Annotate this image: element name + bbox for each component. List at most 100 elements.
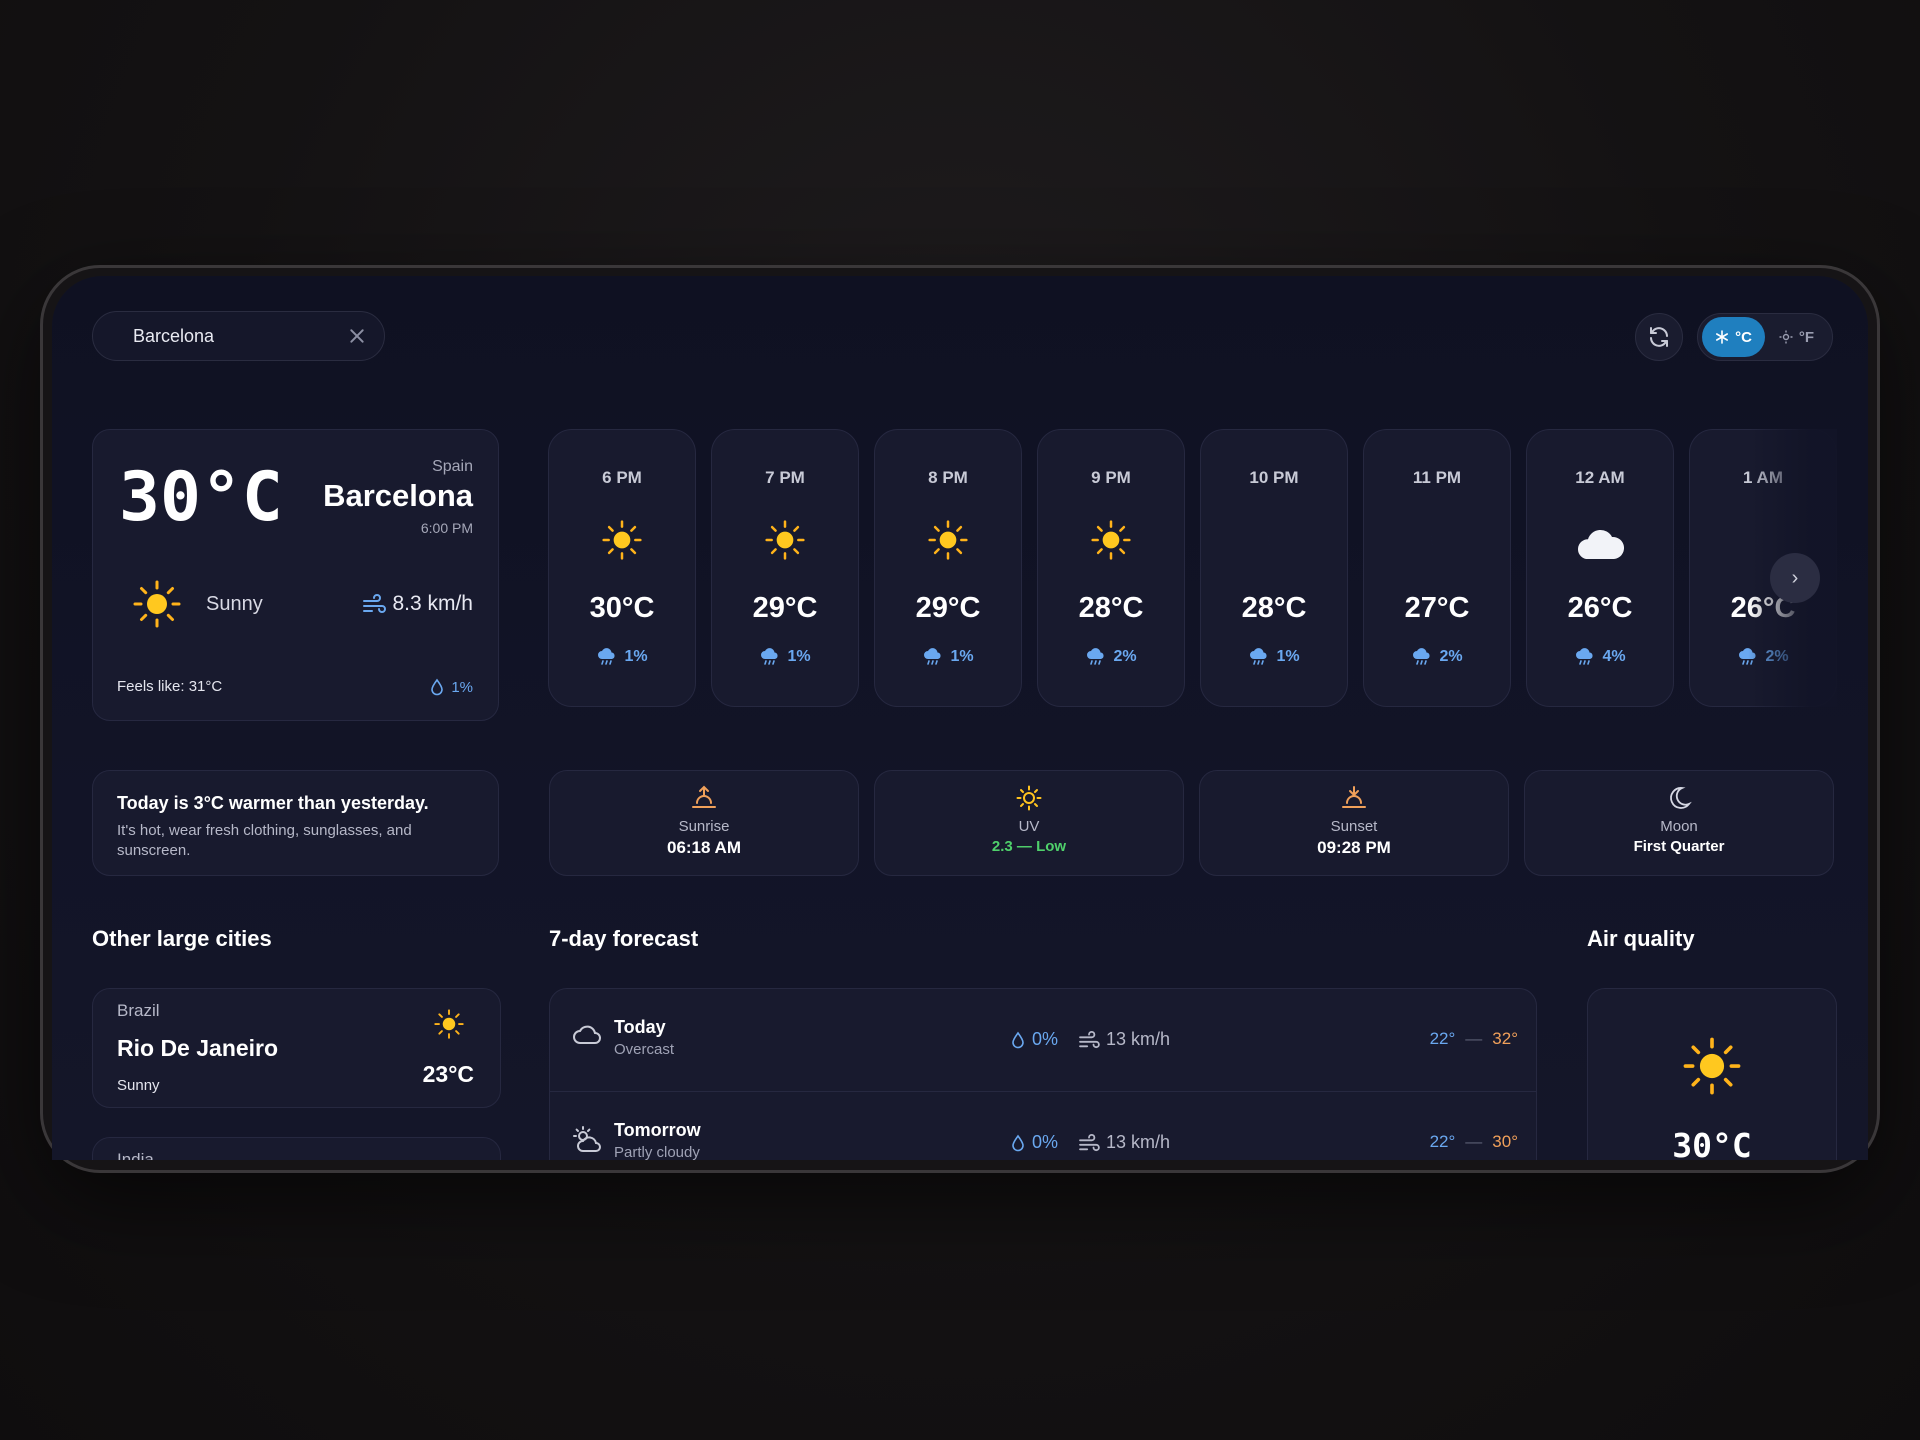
sun-icon [549, 518, 695, 562]
forecast-row[interactable]: Tomorrow Partly cloudy 0% 13 km/h 22° — 30… [550, 1091, 1536, 1160]
forecast-day: Today [614, 1017, 666, 1037]
current-time: 6:00 PM [420, 520, 473, 536]
sunset-label: Sunset [1330, 818, 1378, 835]
hour-precip-value: 1% [787, 648, 811, 665]
current-precip-value: 1% [451, 678, 473, 696]
sunrise-value: 06:18 AM [666, 838, 741, 857]
cities-title: Other large cities [92, 926, 272, 951]
feels-like: Feels like: 31°C [117, 678, 223, 695]
city-country: India [117, 1150, 154, 1160]
hour-temp: 29°C [752, 592, 818, 624]
forecast-wind-value: 13 km/h [1106, 1132, 1171, 1152]
forecast-day: Tomorrow [614, 1120, 701, 1140]
forecast-title: 7-day forecast [549, 926, 699, 951]
sun-icon [875, 518, 1021, 562]
partly-cloudy-icon [572, 1126, 602, 1159]
current-country: Spain [432, 458, 473, 475]
search-bar[interactable]: Barcelona [92, 311, 385, 361]
celsius-label: °C [1735, 328, 1752, 346]
hour-precip-value: 1% [950, 648, 974, 665]
sunrise-card: Sunrise 06:18 AM [549, 770, 859, 876]
hour-card[interactable]: 8 PM 29°C 1% [874, 429, 1022, 707]
range-separator: — [1465, 1132, 1483, 1151]
city-card[interactable]: Brazil Rio De Janeiro Sunny 23°C [92, 988, 501, 1108]
hour-card[interactable]: 9 PM 28°C 2% [1037, 429, 1185, 707]
forecast-min: 22° [1429, 1029, 1456, 1048]
rain-cloud-icon [924, 648, 941, 665]
search-input[interactable]: Barcelona [133, 326, 348, 347]
uv-value: 2.3 — Low [991, 838, 1067, 855]
hour-time: 8 PM [928, 468, 968, 487]
hour-precip: 4% [1527, 648, 1673, 666]
rain-cloud-icon [1576, 648, 1593, 665]
air-quality-temp: 30°C [1672, 1126, 1752, 1160]
unit-toggle[interactable]: °C °F [1697, 313, 1833, 361]
fahrenheit-label: °F [1798, 328, 1815, 346]
tip-title: Today is 3°C warmer than yesterday. [117, 793, 429, 813]
moon-icon [1364, 518, 1510, 562]
moon-phase-icon [1525, 785, 1833, 811]
moon-icon [440, 1158, 464, 1160]
forecast-row[interactable]: Today Overcast 0% 13 km/h 22° — 32° [550, 989, 1536, 1091]
daily-tip-card: Today is 3°C warmer than yesterday. It's… [92, 770, 499, 876]
forecast-wind: 13 km/h [1078, 1132, 1170, 1153]
forecast-max: 32° [1492, 1029, 1518, 1048]
hour-precip: 2% [1364, 648, 1510, 666]
hour-temp: 26°C [1567, 592, 1633, 624]
app-screen: Barcelona °C °F 30°C Spain Barcelona 6:0… [52, 276, 1868, 1160]
refresh-button[interactable] [1635, 313, 1683, 361]
moon-label: Moon [1660, 818, 1698, 835]
forecast-min: 22° [1429, 1132, 1456, 1151]
current-city: Barcelona [323, 478, 473, 513]
hour-time: 9 PM [1091, 468, 1131, 487]
rain-cloud-icon [1087, 648, 1104, 665]
hourly-forecast[interactable]: 6 PM 30°C 1% 7 PM 29°C 1% 8 PM 29°C 1% 9… [548, 429, 1837, 707]
current-weather-card: 30°C Spain Barcelona 6:00 PM Sunny 8.3 k… [92, 429, 499, 721]
hour-card[interactable]: 12 AM 26°C 4% [1526, 429, 1674, 707]
sun-icon [1588, 1037, 1836, 1095]
city-name: Rio De Janeiro [117, 1035, 279, 1061]
fahrenheit-option[interactable]: °F [1765, 317, 1828, 357]
sun-icon [712, 518, 858, 562]
hour-card[interactable]: 10 PM 28°C 1% [1200, 429, 1348, 707]
close-icon[interactable] [348, 327, 366, 345]
hour-time: 12 AM [1575, 468, 1625, 487]
forecast-precip-value: 0% [1032, 1029, 1059, 1049]
hour-temp: 29°C [915, 592, 981, 624]
hour-time: 7 PM [765, 468, 805, 487]
seven-day-forecast: Today Overcast 0% 13 km/h 22° — 32° Tomorr… [549, 988, 1537, 1160]
next-hours-button[interactable]: › [1770, 553, 1820, 603]
sun-small-icon [1779, 330, 1793, 344]
forecast-range: 22° — 32° [1430, 1029, 1518, 1049]
hour-precip-value: 1% [1276, 648, 1300, 665]
city-card[interactable]: India [92, 1137, 501, 1160]
hour-card[interactable]: 6 PM 30°C 1% [548, 429, 696, 707]
hour-precip: 1% [875, 648, 1021, 666]
rain-cloud-icon [598, 648, 615, 665]
hour-card[interactable]: 7 PM 29°C 1% [711, 429, 859, 707]
rain-cloud-icon [761, 648, 778, 665]
sunset-value: 09:28 PM [1317, 838, 1391, 857]
hour-precip-value: 2% [1113, 648, 1137, 665]
current-temperature: 30°C [119, 458, 283, 537]
snowflake-icon [1716, 330, 1729, 344]
hour-temp: 28°C [1078, 592, 1144, 624]
hour-precip: 1% [1201, 648, 1347, 666]
hour-card[interactable]: 11 PM 27°C 2% [1363, 429, 1511, 707]
rain-cloud-icon [1250, 648, 1267, 665]
uv-label: UV [1018, 818, 1040, 835]
city-condition: Sunny [117, 1077, 160, 1094]
sun-icon [434, 1009, 464, 1044]
forecast-wind-value: 13 km/h [1106, 1029, 1171, 1049]
current-condition: Sunny [206, 593, 263, 615]
forecast-wind: 13 km/h [1078, 1029, 1170, 1050]
moon-icon [1201, 518, 1347, 562]
celsius-option[interactable]: °C [1702, 317, 1765, 357]
current-wind-value: 8.3 km/h [392, 592, 473, 615]
sun-icon [1038, 518, 1184, 562]
sunset-card: Sunset 09:28 PM [1199, 770, 1509, 876]
droplet-icon [431, 678, 444, 696]
current-precip: 1% [429, 678, 473, 696]
uv-card: UV 2.3 — Low [874, 770, 1184, 876]
refresh-icon [1650, 327, 1668, 347]
